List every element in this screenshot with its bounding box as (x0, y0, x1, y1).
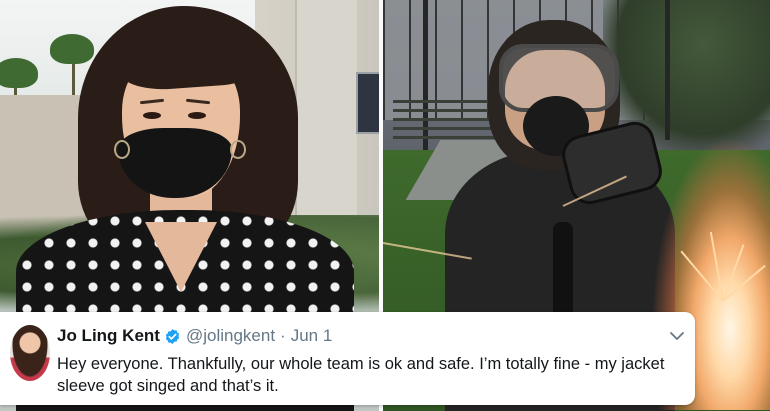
separator-dot: · (280, 326, 286, 345)
building-sign (356, 72, 379, 134)
tweet-text: Hey everyone. Thankfully, our whole team… (57, 355, 665, 395)
hoop-earring (114, 140, 130, 159)
chevron-down-icon[interactable] (667, 326, 687, 346)
display-name[interactable]: Jo Ling Kent (57, 326, 160, 346)
reporter-eye (188, 112, 206, 119)
palm-tree-crown (50, 34, 94, 64)
tweet-date[interactable]: Jun 1 (291, 326, 333, 346)
hoop-earring (230, 140, 246, 159)
tweet-header: Jo Ling Kent @jolingkent · Jun 1 (57, 325, 332, 347)
reporter-eye (143, 112, 161, 119)
user-handle[interactable]: @jolingkent (186, 326, 275, 346)
tweet-card[interactable]: Jo Ling Kent @jolingkent · Jun 1 Hey eve… (0, 312, 695, 405)
palm-tree-crown (0, 58, 38, 88)
avatar[interactable] (10, 325, 50, 381)
fence-pole (665, 0, 670, 140)
verified-badge-icon (164, 328, 181, 345)
